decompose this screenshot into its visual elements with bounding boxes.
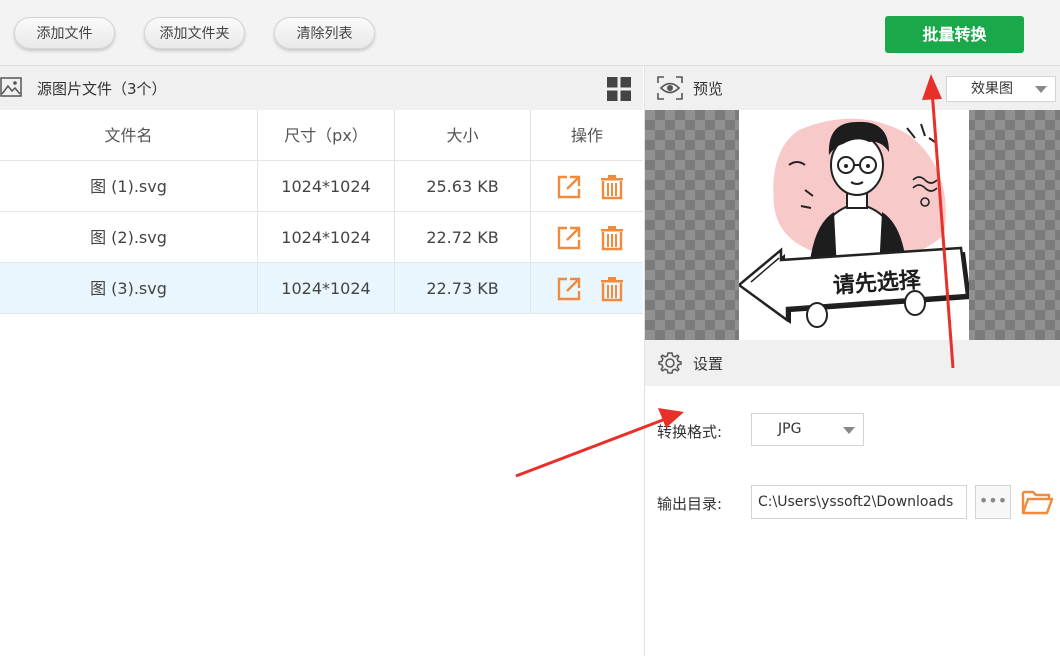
- file-dimensions: 1024*1024: [258, 212, 395, 263]
- preview-settings-panel: 预览 效果图 请先选择 设置 转换格式: JPG 输出目录: C:\Users\…: [644, 66, 1060, 656]
- column-header-size[interactable]: 大小: [395, 110, 531, 161]
- delete-icon[interactable]: [599, 174, 625, 200]
- grid-view-icon[interactable]: [607, 77, 631, 101]
- column-header-filename[interactable]: 文件名: [0, 110, 258, 161]
- file-name: 图 (1).svg: [0, 161, 258, 212]
- image-icon: [0, 77, 22, 97]
- add-file-button[interactable]: 添加文件: [14, 17, 115, 49]
- file-size: 25.63 KB: [395, 161, 531, 212]
- add-folder-button[interactable]: 添加文件夹: [144, 17, 245, 49]
- gear-icon: [658, 352, 682, 374]
- column-header-actions: 操作: [570, 126, 603, 145]
- open-external-icon[interactable]: [556, 276, 582, 302]
- settings-title: 设置: [693, 355, 724, 373]
- preview-title: 预览: [693, 80, 724, 98]
- chevron-down-icon: [1035, 86, 1047, 93]
- chevron-down-icon: [843, 426, 855, 434]
- placeholder-illustration: 请先选择: [736, 118, 971, 328]
- file-size: 22.72 KB: [395, 212, 531, 263]
- delete-icon[interactable]: [599, 276, 625, 302]
- file-dimensions: 1024*1024: [258, 161, 395, 212]
- batch-convert-button[interactable]: 批量转换: [885, 16, 1024, 53]
- file-size: 22.73 KB: [395, 263, 531, 314]
- clear-list-button[interactable]: 清除列表: [274, 17, 375, 49]
- format-select[interactable]: JPG: [751, 413, 864, 446]
- table-header-row: 文件名 尺寸（px） 大小 操作: [0, 110, 643, 161]
- browse-more-button[interactable]: •••: [975, 485, 1011, 519]
- file-name: 图 (3).svg: [0, 263, 258, 314]
- delete-icon[interactable]: [599, 225, 625, 251]
- eye-icon: [657, 76, 683, 100]
- row-actions: [531, 212, 643, 263]
- output-dir-input[interactable]: C:\Users\yssoft2\Downloads: [751, 485, 967, 519]
- row-actions: [531, 161, 643, 212]
- file-dimensions: 1024*1024: [258, 263, 395, 314]
- preview-mode-select[interactable]: 效果图: [946, 76, 1056, 102]
- table-row[interactable]: 图 (1).svg 1024*1024 25.63 KB: [0, 161, 643, 212]
- source-panel-header: 源图片文件（3个）: [0, 66, 643, 110]
- toolbar: 添加文件 添加文件夹 清除列表 批量转换: [0, 0, 1060, 66]
- table-row[interactable]: 图 (2).svg 1024*1024 22.72 KB: [0, 212, 643, 263]
- preview-canvas: 请先选择: [645, 110, 1060, 340]
- row-actions: [531, 263, 643, 314]
- preview-placeholder-image: 请先选择: [736, 110, 971, 340]
- table-row-selected[interactable]: 图 (3).svg 1024*1024 22.73 KB: [0, 263, 643, 314]
- source-panel-title: 源图片文件（3个）: [37, 80, 167, 98]
- settings-header: 设置: [645, 340, 1060, 386]
- open-folder-icon[interactable]: [1021, 487, 1053, 517]
- source-file-panel: 源图片文件（3个） 文件名 尺寸（px） 大小 操作 图 (1).svg 102…: [0, 66, 643, 656]
- output-dir-label: 输出目录:: [657, 495, 723, 513]
- preview-header: 预览 效果图: [645, 66, 1060, 110]
- column-header-dimensions[interactable]: 尺寸（px）: [258, 110, 395, 161]
- file-name: 图 (2).svg: [0, 212, 258, 263]
- preview-mode-value: 效果图: [971, 81, 1013, 97]
- open-external-icon[interactable]: [556, 225, 582, 251]
- open-external-icon[interactable]: [556, 174, 582, 200]
- format-value: JPG: [778, 421, 802, 437]
- format-label: 转换格式:: [657, 423, 723, 441]
